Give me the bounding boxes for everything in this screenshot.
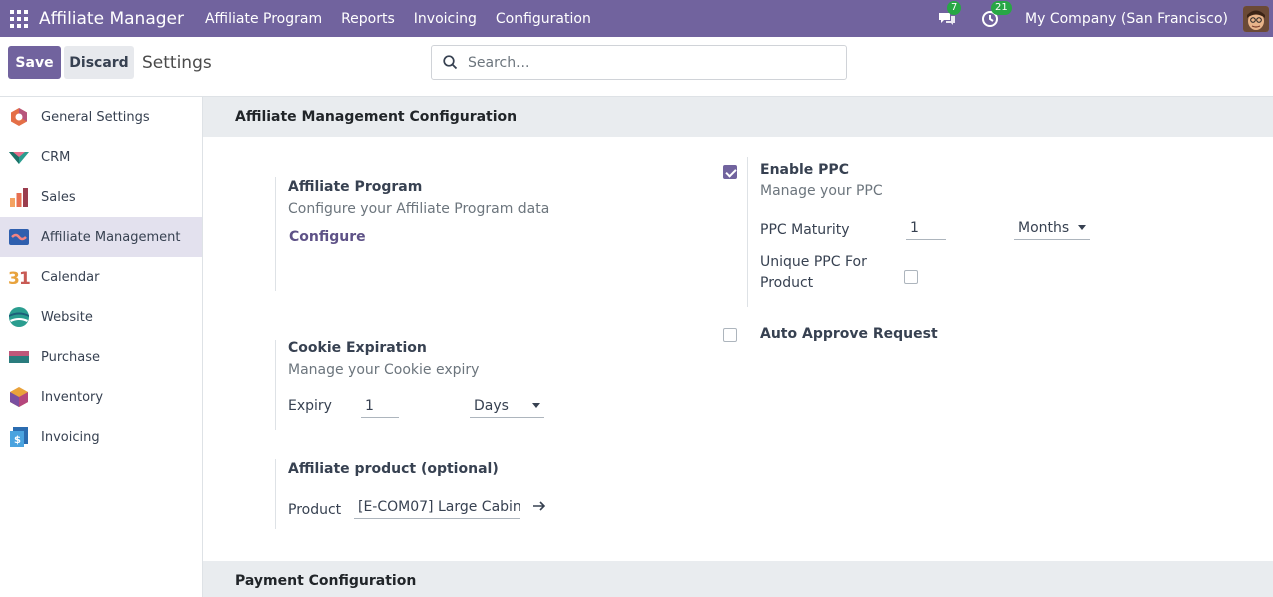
setting-description: Manage your PPC bbox=[760, 183, 883, 199]
chevron-down-icon bbox=[1078, 225, 1086, 230]
activity-clock-icon[interactable]: 21 bbox=[981, 0, 1012, 29]
expiry-label: Expiry bbox=[288, 398, 332, 414]
chevron-down-icon bbox=[532, 403, 540, 408]
setting-label: Enable PPC bbox=[760, 162, 849, 178]
affiliate-icon bbox=[9, 229, 29, 245]
sales-chart-icon bbox=[10, 188, 28, 207]
sidebar-item-label: Purchase bbox=[41, 349, 101, 365]
activity-count-badge: 21 bbox=[991, 0, 1012, 15]
chat-count-badge: 7 bbox=[947, 0, 962, 15]
sidebar-item-general-settings[interactable]: General Settings bbox=[0, 97, 202, 137]
sidebar-item-affiliate-management[interactable]: Affiliate Management bbox=[0, 217, 202, 257]
expiry-input[interactable] bbox=[361, 394, 399, 418]
affiliate-program-setting: Affiliate Program Configure your Affilia… bbox=[275, 177, 635, 291]
save-button[interactable]: Save bbox=[8, 46, 61, 79]
sidebar-item-website[interactable]: Website bbox=[0, 297, 202, 337]
invoice-icon: $ bbox=[10, 427, 28, 447]
app-name[interactable]: Affiliate Manager bbox=[39, 9, 184, 29]
website-icon bbox=[9, 307, 29, 327]
search-box[interactable] bbox=[431, 45, 847, 80]
menu-affiliate-program[interactable]: Affiliate Program bbox=[205, 11, 322, 27]
inventory-box-icon bbox=[10, 387, 28, 407]
discard-button[interactable]: Discard bbox=[64, 46, 134, 79]
expiry-unit-value: Days bbox=[474, 397, 509, 414]
sidebar-item-label: Sales bbox=[41, 189, 76, 205]
search-icon bbox=[443, 55, 458, 70]
menu-configuration[interactable]: Configuration bbox=[496, 11, 591, 27]
control-panel: Save Discard Settings bbox=[0, 37, 1273, 97]
sidebar-item-purchase[interactable]: Purchase bbox=[0, 337, 202, 377]
expiry-unit-select[interactable]: Days bbox=[470, 394, 544, 418]
ppc-setting: Enable PPC Manage your PPC PPC Maturity … bbox=[747, 157, 1167, 307]
chat-icon[interactable]: 7 bbox=[937, 0, 962, 29]
ppc-maturity-unit-select[interactable]: Months bbox=[1014, 216, 1090, 240]
setting-label: Cookie Expiration bbox=[288, 340, 427, 356]
search-input[interactable] bbox=[468, 54, 828, 71]
user-avatar[interactable] bbox=[1243, 5, 1269, 32]
apps-menu-icon[interactable] bbox=[10, 9, 28, 28]
purchase-icon bbox=[9, 351, 29, 363]
ppc-maturity-unit-value: Months bbox=[1018, 219, 1070, 236]
calendar-icon: 31 bbox=[8, 269, 30, 288]
svg-text:1: 1 bbox=[19, 269, 30, 288]
arrow-right-icon[interactable] bbox=[532, 500, 546, 512]
affiliate-product-setting: Affiliate product (optional) Product [E-… bbox=[275, 459, 635, 529]
page-title: Settings bbox=[142, 53, 212, 73]
product-value: [E-COM07] Large Cabin bbox=[358, 498, 520, 515]
section-title: Payment Configuration bbox=[203, 561, 1273, 597]
sidebar-item-sales[interactable]: Sales bbox=[0, 177, 202, 217]
sidebar-item-invoicing[interactable]: $ Invoicing bbox=[0, 417, 202, 457]
setting-description: Configure your Affiliate Program data bbox=[288, 201, 550, 217]
sidebar-item-label: General Settings bbox=[41, 109, 150, 125]
menu-reports[interactable]: Reports bbox=[341, 11, 395, 27]
ppc-maturity-label: PPC Maturity bbox=[760, 222, 850, 238]
sidebar-item-calendar[interactable]: 31 Calendar bbox=[0, 257, 202, 297]
setting-label: Affiliate Program bbox=[288, 179, 423, 195]
sidebar-item-label: Website bbox=[41, 309, 93, 325]
unique-ppc-checkbox[interactable] bbox=[904, 270, 918, 284]
product-label: Product bbox=[288, 502, 342, 518]
ppc-maturity-input[interactable] bbox=[906, 216, 946, 240]
odoo-settings-icon bbox=[11, 108, 27, 126]
sidebar-item-label: Invoicing bbox=[41, 429, 100, 445]
configure-link[interactable]: Configure bbox=[289, 229, 366, 245]
setting-description: Manage your Cookie expiry bbox=[288, 362, 480, 378]
menu-invoicing[interactable]: Invoicing bbox=[414, 11, 477, 27]
svg-text:$: $ bbox=[14, 435, 21, 446]
crm-icon bbox=[9, 152, 29, 164]
enable-ppc-checkbox[interactable] bbox=[723, 165, 737, 179]
setting-label: Affiliate product (optional) bbox=[288, 461, 499, 477]
sidebar-item-label: Calendar bbox=[41, 269, 100, 285]
auto-approve-label: Auto Approve Request bbox=[760, 326, 938, 342]
section-title: Affiliate Management Configuration bbox=[203, 97, 1273, 137]
sidebar-item-label: Inventory bbox=[41, 389, 104, 405]
sidebar-item-crm[interactable]: CRM bbox=[0, 137, 202, 177]
product-select[interactable]: [E-COM07] Large Cabin bbox=[354, 495, 520, 519]
auto-approve-checkbox[interactable] bbox=[723, 328, 737, 342]
cookie-expiration-setting: Cookie Expiration Manage your Cookie exp… bbox=[275, 340, 635, 430]
sidebar-item-inventory[interactable]: Inventory bbox=[0, 377, 202, 417]
sidebar-item-label: CRM bbox=[41, 149, 71, 165]
settings-sidebar: General Settings CRM Sales Affiliate Man… bbox=[0, 97, 203, 597]
top-navbar: Affiliate Manager Affiliate Program Repo… bbox=[0, 0, 1273, 37]
sidebar-item-label: Affiliate Management bbox=[41, 229, 181, 245]
company-switcher[interactable]: My Company (San Francisco) bbox=[1025, 11, 1228, 27]
unique-ppc-label: Unique PPC For Product bbox=[760, 254, 867, 291]
settings-content: Affiliate Management Configuration Affil… bbox=[203, 97, 1273, 597]
